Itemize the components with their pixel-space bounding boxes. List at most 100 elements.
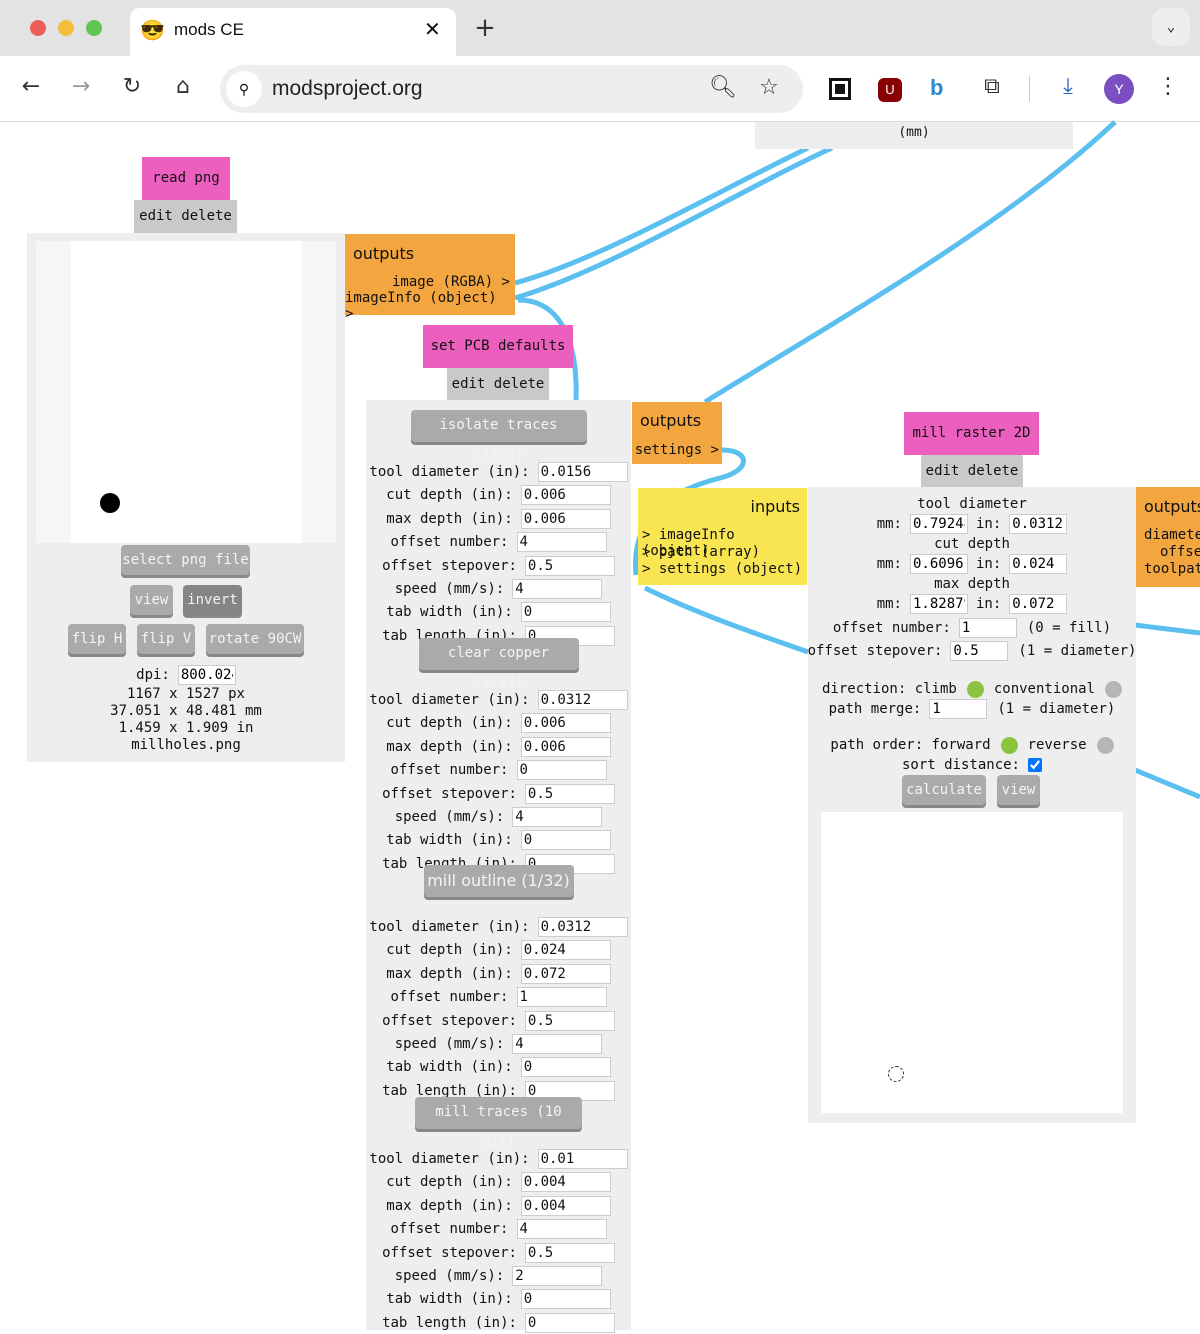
offset-number-input[interactable] xyxy=(958,618,1017,638)
param-input[interactable]: 4 xyxy=(512,579,603,599)
sort-distance-checkbox[interactable] xyxy=(1028,758,1042,772)
param-input[interactable]: 0 xyxy=(520,830,611,851)
output-imageinfo[interactable]: imageInfo (object) > xyxy=(345,290,510,322)
input-settings[interactable]: > settings (object) xyxy=(642,561,802,577)
param-input[interactable]: 0.004 xyxy=(520,1195,611,1216)
param-input[interactable]: 0.5 xyxy=(524,783,615,804)
reverse-radio[interactable] xyxy=(1096,736,1114,754)
read-png-panel: select png file view invert flip H flip … xyxy=(27,233,345,762)
output-toolpath[interactable]: toolpat xyxy=(1144,561,1200,577)
param-input[interactable]: 0.024 xyxy=(520,940,611,961)
select-png-file-button[interactable]: select png file xyxy=(121,545,250,575)
dpi-input[interactable] xyxy=(177,665,236,685)
output-settings[interactable]: settings > xyxy=(635,442,719,458)
toolpath-preview xyxy=(821,812,1123,1113)
flip-h-button[interactable]: flip H xyxy=(68,624,126,654)
param-input[interactable]: 0.5 xyxy=(524,1242,615,1263)
output-offset[interactable]: offse xyxy=(1160,544,1200,560)
param-input[interactable]: 0 xyxy=(516,760,607,781)
param-input[interactable]: 0 xyxy=(520,1289,611,1310)
param-label: offset stepover: xyxy=(382,1244,517,1261)
invert-button[interactable]: invert xyxy=(183,585,242,615)
forward-radio[interactable] xyxy=(1000,736,1018,754)
max-depth-mm-input[interactable] xyxy=(910,594,968,614)
param-row: speed (mm/s): 4 xyxy=(366,1034,631,1054)
param-input[interactable]: 0.004 xyxy=(520,1172,611,1193)
read-png-edit-delete[interactable]: edit delete xyxy=(134,200,237,233)
param-input[interactable]: 4 xyxy=(516,532,607,553)
param-input[interactable]: 0.006 xyxy=(520,508,611,529)
output-diameter[interactable]: diamete xyxy=(1144,527,1200,543)
param-input[interactable]: 2 xyxy=(512,1266,603,1286)
param-input[interactable]: 0.01 xyxy=(537,1149,628,1169)
param-input[interactable]: 4 xyxy=(516,1219,607,1240)
param-label: offset number: xyxy=(390,989,509,1006)
preset-button[interactable]: mill traces (10 mil) xyxy=(415,1097,582,1150)
param-row: offset number: 4 xyxy=(366,532,631,553)
view-button[interactable]: view xyxy=(130,585,173,615)
unit-label: (mm) xyxy=(898,125,930,140)
read-png-outputs: outputs image (RGBA) > imageInfo (object… xyxy=(345,234,515,322)
flip-v-button[interactable]: flip V xyxy=(137,624,195,654)
mill-raster-inputs: inputs > imageInfo (object) > path (arra… xyxy=(638,488,807,585)
param-input[interactable]: 0.5 xyxy=(524,555,615,576)
param-label: max depth (in): xyxy=(386,1197,513,1214)
param-input[interactable]: 0 xyxy=(524,1312,615,1333)
path-merge-input[interactable] xyxy=(929,699,988,719)
param-input[interactable]: 0.006 xyxy=(520,485,611,506)
param-input[interactable]: 4 xyxy=(512,1034,603,1054)
wire-out-2 xyxy=(1134,767,1200,800)
param-row: tool diameter (in): 0.0312 xyxy=(366,917,631,937)
param-row: tab width (in): 0 xyxy=(366,1057,631,1078)
param-row: offset number: 4 xyxy=(366,1219,631,1240)
tool-diameter-mm-input[interactable] xyxy=(910,514,968,534)
offset-number-label: offset number: xyxy=(832,620,951,636)
calculate-button[interactable]: calculate xyxy=(902,775,986,805)
param-row: offset stepover: 0.5 xyxy=(366,555,631,576)
preset-button[interactable]: isolate traces (1/64) xyxy=(410,410,587,463)
cut-depth-in-input[interactable] xyxy=(1009,554,1068,574)
offset-stepover-input[interactable] xyxy=(950,641,1009,661)
param-label: offset stepover: xyxy=(382,1012,517,1029)
param-input[interactable]: 0 xyxy=(520,1057,611,1078)
param-input[interactable]: 0.006 xyxy=(520,736,611,757)
mill-raster-edit-delete[interactable]: edit delete xyxy=(921,455,1023,487)
param-input[interactable]: 0.5 xyxy=(524,1010,615,1031)
cut-depth-mm-input[interactable] xyxy=(910,554,968,574)
param-input[interactable]: 0.072 xyxy=(520,963,611,984)
param-label: max depth (in): xyxy=(386,510,513,527)
param-label: max depth (in): xyxy=(386,738,513,755)
set-pcb-edit-delete[interactable]: edit delete xyxy=(447,368,549,400)
max-depth-in-input[interactable] xyxy=(1009,594,1068,614)
read-png-title[interactable]: read png xyxy=(142,157,230,200)
param-input[interactable]: 0.006 xyxy=(520,713,611,734)
wire-imageinfo-a xyxy=(514,145,834,301)
param-label: speed (mm/s): xyxy=(394,809,505,825)
preset-button[interactable]: mill outline (1/32) xyxy=(423,865,574,897)
param-input[interactable]: 0 xyxy=(520,602,611,623)
set-pcb-outputs: outputs settings > xyxy=(632,402,722,464)
path-merge-hint: (1 = diameter) xyxy=(997,701,1116,717)
view-button[interactable]: view xyxy=(997,775,1040,805)
output-image[interactable]: image (RGBA) > xyxy=(392,274,510,290)
param-input[interactable]: 1 xyxy=(516,987,607,1008)
mill-raster-title[interactable]: mill raster 2D xyxy=(904,412,1039,455)
param-label: tool diameter (in): xyxy=(369,692,530,708)
param-label: cut depth (in): xyxy=(386,942,513,959)
param-label: tool diameter (in): xyxy=(369,1151,530,1167)
input-path[interactable]: > path (array) xyxy=(642,544,760,560)
rotate-90cw-button[interactable]: rotate 90CW xyxy=(206,624,304,654)
set-pcb-title[interactable]: set PCB defaults xyxy=(423,325,573,368)
param-row: tool diameter (in): 0.0312 xyxy=(366,690,631,710)
tool-diameter-in-input[interactable] xyxy=(1009,514,1068,534)
param-input[interactable]: 0.0156 xyxy=(537,462,628,482)
set-pcb-panel: isolate traces (1/64) tool diameter (in):… xyxy=(366,400,631,1333)
param-input[interactable]: 0.0312 xyxy=(537,690,628,710)
preset-button[interactable]: clear copper (1/32) xyxy=(418,638,579,691)
param-input[interactable]: 0.0312 xyxy=(537,917,628,937)
conventional-radio[interactable] xyxy=(1105,680,1122,698)
param-row: offset stepover: 0.5 xyxy=(366,783,631,804)
climb-radio[interactable] xyxy=(966,680,984,698)
cut-depth-label: cut depth xyxy=(934,536,1010,552)
param-input[interactable]: 4 xyxy=(512,807,603,827)
